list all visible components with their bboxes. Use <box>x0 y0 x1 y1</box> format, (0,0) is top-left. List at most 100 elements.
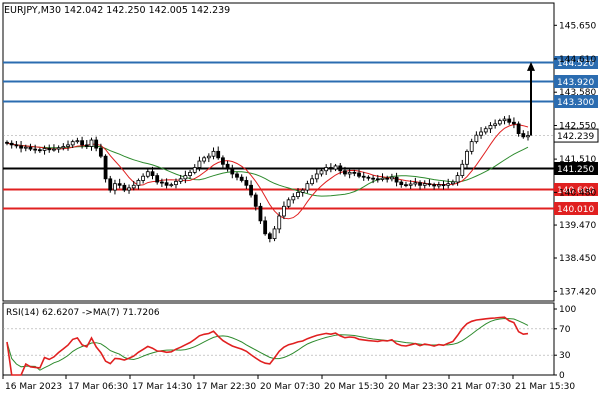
eurjpy-chart: 144.520143.920143.300141.250140.600140.0… <box>2 2 599 392</box>
candle-body <box>375 178 380 181</box>
candle-body <box>263 220 268 235</box>
candle-body <box>451 181 455 185</box>
level-tag-label: 143.920 <box>557 78 594 88</box>
rsi-tick-label: 30 <box>559 351 571 361</box>
candle-body <box>502 118 507 122</box>
candle-body <box>404 184 408 187</box>
candle-body <box>436 184 441 187</box>
candle-body <box>66 144 70 147</box>
candle-body <box>28 146 33 150</box>
candle-body <box>512 121 516 125</box>
candle-body <box>75 140 80 143</box>
candle-body <box>145 171 150 177</box>
rsi-tick-label: 100 <box>559 305 576 315</box>
candle-body <box>380 177 385 180</box>
candle-body <box>310 178 314 185</box>
candle-body <box>56 147 61 150</box>
candle-body <box>211 150 216 157</box>
candle-body <box>488 125 493 130</box>
current-price-label: 142.239 <box>557 132 594 142</box>
candle-body <box>441 184 446 187</box>
candle-body <box>131 184 136 189</box>
candle-body <box>399 181 404 186</box>
candle-body <box>361 175 366 178</box>
level-tag-label: 140.010 <box>557 205 594 215</box>
candle-body <box>159 181 164 184</box>
rsi-tick-label: 70 <box>559 325 571 335</box>
candle-body <box>42 148 47 151</box>
candle-body <box>385 177 390 180</box>
candle-body <box>117 183 122 186</box>
candle-body <box>352 171 357 174</box>
time-tick-label: 16 Mar 2023 <box>5 382 62 392</box>
time-tick-label: 17 Mar 14:30 <box>132 382 192 392</box>
candle-body <box>422 183 427 186</box>
candle-body <box>389 176 394 180</box>
time-tick-label: 21 Mar 07:30 <box>451 382 511 392</box>
candle-body <box>202 157 207 162</box>
candle-body <box>394 176 399 183</box>
candle-body <box>150 171 155 176</box>
symbol-info: EURJPY,M30 142.042 142.250 142.005 142.2… <box>4 5 230 16</box>
candle-body <box>122 184 127 191</box>
candle-body <box>413 182 418 185</box>
candle-body <box>324 167 329 172</box>
price-tick-label: 138.450 <box>559 254 596 264</box>
candle-body <box>188 171 192 176</box>
candle-body <box>333 165 338 170</box>
price-tick-label: 137.420 <box>559 287 596 297</box>
candle-body <box>282 205 286 217</box>
candle-body <box>465 150 469 165</box>
candle-body <box>174 181 178 186</box>
candle-body <box>192 167 197 173</box>
candle-body <box>84 144 89 147</box>
candle-body <box>497 120 502 125</box>
candle-body <box>272 228 277 240</box>
time-tick-label: 21 Mar 15:30 <box>515 382 575 392</box>
candle-body <box>526 135 530 138</box>
candle-body <box>94 139 99 149</box>
candle-body <box>343 170 347 175</box>
candle-body <box>80 140 84 146</box>
candle-body <box>230 168 235 175</box>
candle-body <box>319 170 324 175</box>
candle-body <box>169 184 174 187</box>
time-tick-label: 17 Mar 22:30 <box>196 382 256 392</box>
candle-body <box>296 192 300 198</box>
candle-body <box>371 177 376 180</box>
candle-body <box>267 233 272 240</box>
candle-body <box>141 175 146 181</box>
candle-body <box>103 155 108 180</box>
candle-body <box>155 175 160 183</box>
candle-body <box>427 183 432 186</box>
candle-body <box>432 184 437 187</box>
candle-body <box>258 205 263 222</box>
candle-body <box>70 141 75 146</box>
candle-body <box>516 123 521 134</box>
candle-body <box>19 145 23 149</box>
candle-body <box>206 155 211 159</box>
candle-body <box>52 148 56 151</box>
candle-body <box>47 148 52 151</box>
time-tick-label: 17 Mar 06:30 <box>68 382 128 392</box>
candle-body <box>178 178 183 182</box>
candle-body <box>216 150 221 159</box>
candle-body <box>479 131 483 136</box>
candle-body <box>328 167 333 170</box>
candle-body <box>37 149 42 152</box>
candle-body <box>197 160 202 168</box>
time-tick-label: 20 Mar 15:30 <box>324 382 384 392</box>
candle-body <box>23 146 28 149</box>
candle-body <box>244 180 249 186</box>
time-tick-label: 20 Mar 23:30 <box>388 382 448 392</box>
price-tick-label: 141.510 <box>559 155 596 165</box>
candle-body <box>277 215 282 230</box>
candle-body <box>357 172 361 177</box>
candle-body <box>113 183 117 191</box>
candle-body <box>455 175 460 183</box>
price-tick-label: 144.610 <box>559 55 596 65</box>
candle-body <box>89 139 94 147</box>
candle-body <box>136 180 141 186</box>
chart-window: 144.520 143.920 143.300 141.250 140.600 140.0… <box>0 0 600 400</box>
candle-body <box>408 183 413 186</box>
